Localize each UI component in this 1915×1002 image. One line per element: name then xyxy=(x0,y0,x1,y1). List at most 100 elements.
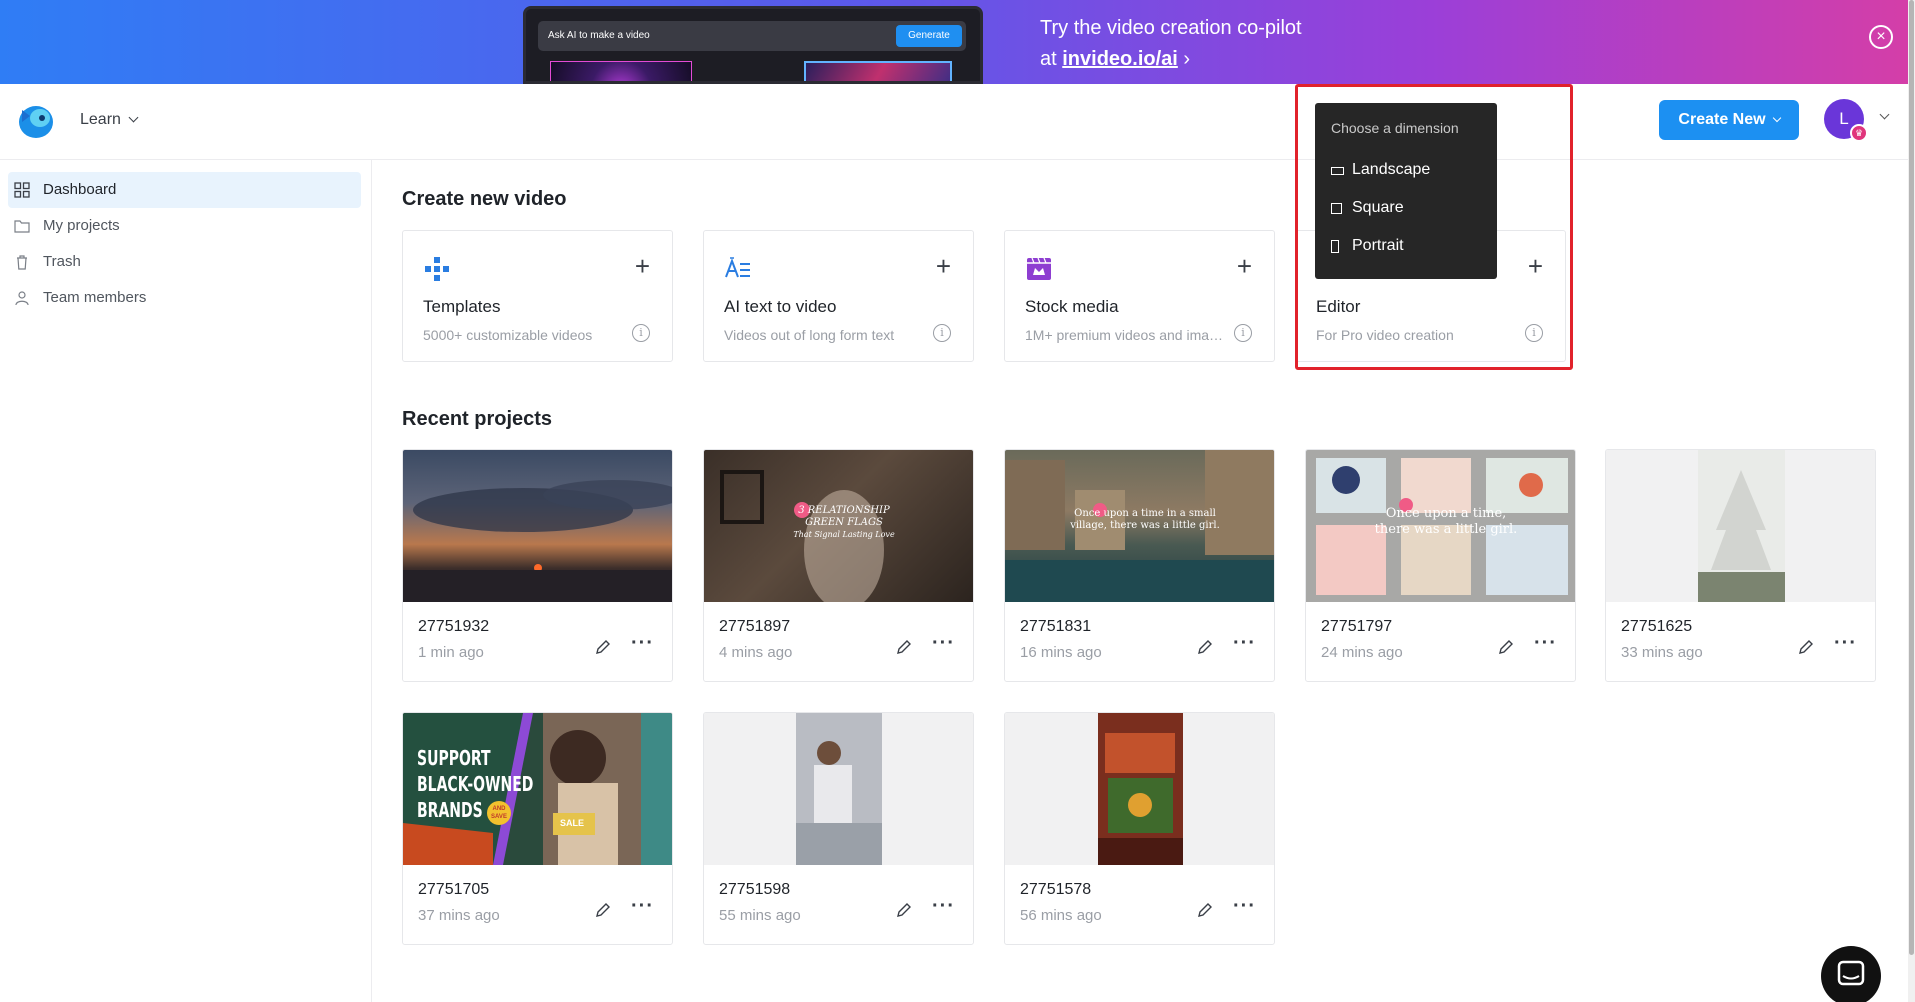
banner-text: Try the video creation co-pilot at invid… xyxy=(1040,13,1302,75)
create-new-button[interactable]: Create New xyxy=(1659,100,1799,140)
project-time: 55 mins ago xyxy=(719,907,801,924)
sidebar-item-my-projects[interactable]: My projects xyxy=(8,208,361,244)
sidebar-item-team-members[interactable]: Team members xyxy=(8,280,361,316)
card-title: Stock media xyxy=(1025,297,1119,316)
edit-pencil-icon[interactable] xyxy=(1796,637,1816,657)
user-icon xyxy=(15,291,29,306)
sidebar-item-trash[interactable]: Trash xyxy=(8,244,361,280)
edit-pencil-icon[interactable] xyxy=(1195,900,1215,920)
edit-pencil-icon[interactable] xyxy=(1195,637,1215,657)
plus-icon[interactable]: + xyxy=(635,251,650,282)
project-card[interactable]: SUPPORT BLACK-OWNED BRANDS AND SAVE SALE… xyxy=(402,712,673,945)
project-time: 16 mins ago xyxy=(1020,644,1102,661)
preview-prompt-box: Ask AI to make a video Generate xyxy=(538,21,966,51)
more-options-icon[interactable]: ··· xyxy=(932,632,955,655)
option-label: Square xyxy=(1352,199,1404,216)
caption-line: Once upon a time in a small xyxy=(1074,508,1216,519)
project-name: 27751831 xyxy=(1020,618,1092,635)
info-icon[interactable]: i xyxy=(1234,324,1252,342)
project-card[interactable]: Once upon a time in a small village, the… xyxy=(1004,449,1275,682)
caption-line: BLACK-OWNED xyxy=(417,772,534,796)
learn-label: Learn xyxy=(80,111,121,128)
chat-support-button[interactable] xyxy=(1821,946,1881,1002)
chevron-down-icon[interactable] xyxy=(1879,109,1890,120)
chevron-down-icon xyxy=(128,112,139,123)
banner-arrow-icon: › xyxy=(1183,48,1191,70)
card-description: 1M+ premium videos and images xyxy=(1025,327,1225,343)
project-card[interactable]: 27751625 33 mins ago ··· xyxy=(1605,449,1876,682)
wedding-image xyxy=(796,713,882,865)
edit-pencil-icon[interactable] xyxy=(593,900,613,920)
banner-line-2: at invideo.io/ai › xyxy=(1040,44,1302,75)
learn-menu[interactable]: Learn xyxy=(80,111,139,129)
plus-icon[interactable]: + xyxy=(1237,251,1252,282)
plus-icon[interactable]: + xyxy=(936,251,951,282)
dropdown-heading: Choose a dimension xyxy=(1331,120,1459,136)
more-options-icon[interactable]: ··· xyxy=(1233,895,1256,918)
invideo-logo[interactable] xyxy=(16,102,54,140)
edit-pencil-icon[interactable] xyxy=(593,637,613,657)
more-options-icon[interactable]: ··· xyxy=(932,895,955,918)
templates-icon xyxy=(425,257,449,281)
more-options-icon[interactable]: ··· xyxy=(631,895,654,918)
project-card[interactable]: 27751932 1 min ago ··· xyxy=(402,449,673,682)
festival-image xyxy=(1098,713,1183,865)
info-icon[interactable]: i xyxy=(933,324,951,342)
project-thumbnail[interactable]: 3 RELATIONSHIP GREEN FLAGS That Signal L… xyxy=(704,450,973,602)
square-icon xyxy=(1331,203,1342,214)
option-label: Landscape xyxy=(1352,161,1431,178)
project-card[interactable]: 27751598 55 mins ago ··· xyxy=(703,712,974,945)
banner-close-icon[interactable]: × xyxy=(1869,25,1893,49)
stock-media-icon xyxy=(1027,257,1051,280)
promo-banner[interactable]: Ask AI to make a video Generate Try the … xyxy=(0,0,1908,84)
trash-icon xyxy=(17,255,27,270)
edit-pencil-icon[interactable] xyxy=(894,900,914,920)
project-time: 1 min ago xyxy=(418,644,484,661)
project-thumbnail[interactable] xyxy=(704,713,973,865)
more-options-icon[interactable]: ··· xyxy=(1834,632,1857,655)
project-card[interactable]: 27751578 56 mins ago ··· xyxy=(1004,712,1275,945)
project-name: 27751797 xyxy=(1321,618,1393,635)
card-ai-text-to-video[interactable]: + AI text to video Videos out of long fo… xyxy=(703,230,974,362)
more-options-icon[interactable]: ··· xyxy=(1233,632,1256,655)
project-thumbnail[interactable]: Once upon a time in a small village, the… xyxy=(1005,450,1274,602)
project-time: 37 mins ago xyxy=(418,907,500,924)
edit-pencil-icon[interactable] xyxy=(1496,637,1516,657)
more-options-icon[interactable]: ··· xyxy=(1534,632,1557,655)
scrollbar-thumb[interactable] xyxy=(1909,0,1914,955)
sidebar-item-dashboard[interactable]: Dashboard xyxy=(8,172,361,208)
project-card[interactable]: 3 RELATIONSHIP GREEN FLAGS That Signal L… xyxy=(703,449,974,682)
dimension-option-landscape[interactable]: Landscape xyxy=(1331,161,1430,179)
info-icon[interactable]: i xyxy=(632,324,650,342)
project-thumbnail[interactable]: SUPPORT BLACK-OWNED BRANDS AND SAVE SALE xyxy=(403,713,672,865)
card-description: Videos out of long form text xyxy=(724,327,895,343)
project-name: 27751578 xyxy=(1020,881,1092,898)
chevron-down-icon xyxy=(1772,113,1781,123)
landscape-icon xyxy=(1331,167,1344,175)
project-thumbnail[interactable] xyxy=(1606,450,1875,602)
crown-icon: ♛ xyxy=(1850,124,1868,142)
project-name: 27751897 xyxy=(719,618,791,635)
project-thumbnail[interactable]: Once upon a time, there was a little gir… xyxy=(1306,450,1575,602)
project-thumbnail[interactable] xyxy=(403,450,672,602)
sidebar-item-label: Dashboard xyxy=(43,181,117,198)
top-header: Learn Create New L ♛ xyxy=(0,84,1908,160)
banner-link[interactable]: invideo.io/ai xyxy=(1062,48,1178,70)
option-label: Portrait xyxy=(1352,237,1404,254)
banner-line-2-prefix: at xyxy=(1040,48,1063,70)
edit-pencil-icon[interactable] xyxy=(894,637,914,657)
card-templates[interactable]: + Templates 5000+ customizable videos i xyxy=(402,230,673,362)
project-card[interactable]: Once upon a time, there was a little gir… xyxy=(1305,449,1576,682)
more-options-icon[interactable]: ··· xyxy=(631,632,654,655)
dimension-option-square[interactable]: Square xyxy=(1331,199,1404,217)
card-title: Templates xyxy=(423,297,501,316)
caption-line: there was a little girl. xyxy=(1374,522,1518,537)
sidebar-item-label: My projects xyxy=(43,217,120,234)
project-thumbnail[interactable] xyxy=(1005,713,1274,865)
dimension-option-portrait[interactable]: Portrait xyxy=(1331,237,1404,255)
preview-thumb-2 xyxy=(804,61,952,81)
project-time: 4 mins ago xyxy=(719,644,793,661)
app-root: Ask AI to make a video Generate Try the … xyxy=(0,0,1915,1002)
recent-projects-heading: Recent projects xyxy=(402,408,553,430)
card-stock-media[interactable]: + Stock media 1M+ premium videos and ima… xyxy=(1004,230,1275,362)
